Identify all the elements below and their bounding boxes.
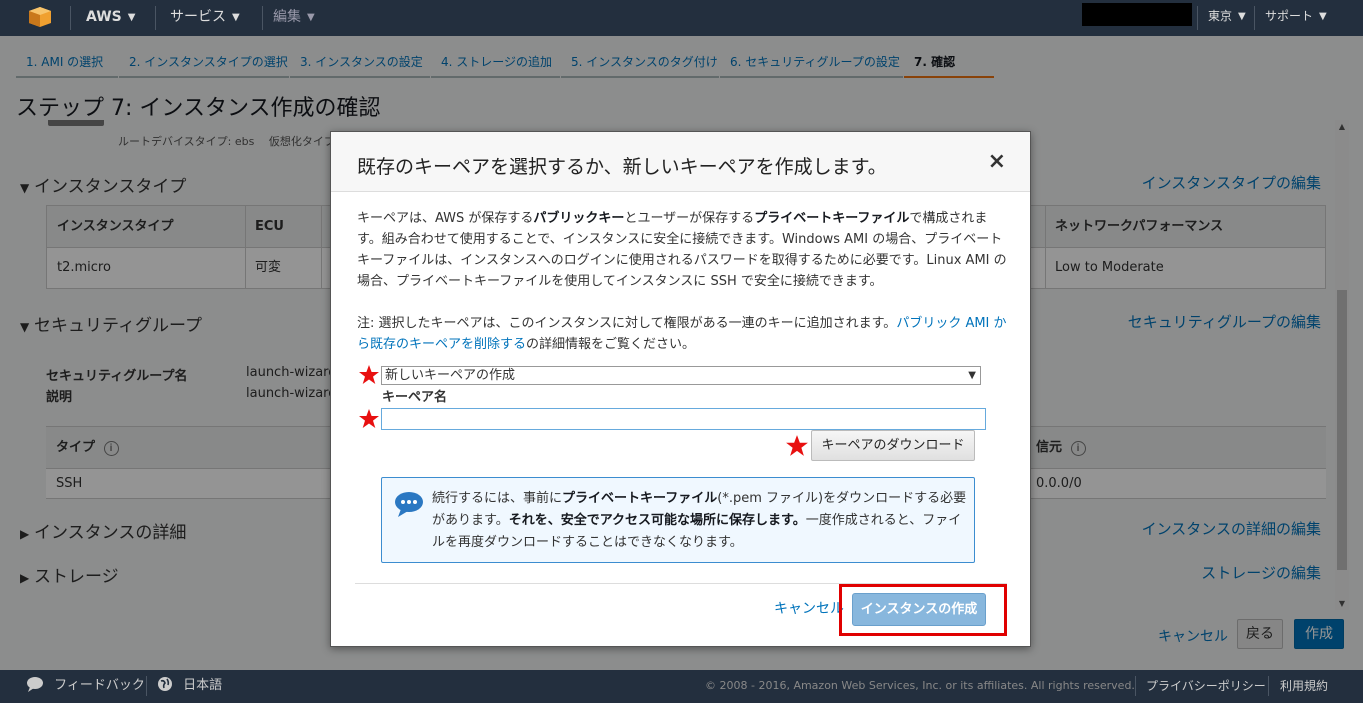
support-menu[interactable]: サポート ▼ — [1265, 0, 1327, 36]
key-pair-note: 注: 選択したキーペアは、このインスタンスに対して権限がある一連のキーに追加され… — [357, 313, 1007, 355]
nav-divider — [262, 6, 263, 30]
feedback-link[interactable]: フィードバック — [26, 670, 145, 702]
key-pair-name-label: キーペア名 — [382, 390, 448, 405]
dialog-header: 既存のキーペアを選択するか、新しいキーペアを作成します。 × — [331, 132, 1030, 192]
save-securely-emphasis: それを、安全でアクセス可能な場所に保存します。 — [508, 513, 806, 528]
copyright-text: © 2008 - 2016, Amazon Web Services, Inc.… — [705, 679, 1135, 692]
nav-divider — [1197, 6, 1198, 30]
red-star-icon — [359, 409, 379, 428]
private-key-term: プライベートキーファイル — [754, 211, 910, 226]
download-key-pair-button[interactable]: キーペアのダウンロード — [811, 430, 975, 461]
top-navigation-bar: AWS ▼ サービス ▼ 編集 ▼ 東京 ▼ サポート ▼ — [0, 0, 1363, 36]
explanation-text: とユーザーが保存する — [624, 211, 755, 226]
services-menu[interactable]: サービス ▼ — [170, 0, 240, 36]
note-text: の詳細情報をご覧ください。 — [526, 337, 696, 352]
info-text: 続行するには、事前に — [432, 491, 563, 506]
footer-divider — [1268, 676, 1269, 696]
privacy-policy-link[interactable]: プライバシーポリシー — [1146, 670, 1266, 702]
language-selector[interactable]: 日本語 — [157, 670, 222, 702]
public-key-term: パブリックキー — [533, 211, 625, 226]
red-star-icon — [359, 365, 379, 384]
footer-divider — [1135, 676, 1136, 696]
dialog-cancel-link[interactable]: キャンセル — [774, 598, 844, 618]
red-star-icon — [786, 435, 808, 456]
globe-icon — [158, 677, 172, 691]
aws-menu-label: AWS — [86, 9, 122, 25]
info-alert: 続行するには、事前にプライベートキーファイル(*.pem ファイル)をダウンロー… — [381, 477, 975, 563]
explanation-text: キーペアは、AWS が保存する — [357, 211, 534, 226]
chevron-down-icon: ▼ — [232, 12, 240, 23]
terms-link[interactable]: 利用規約 — [1280, 670, 1328, 702]
services-menu-label: サービス — [170, 9, 226, 25]
chevron-down-icon: ▼ — [1319, 11, 1327, 22]
speech-bubble-icon — [27, 677, 43, 692]
note-text: 注: 選択したキーペアは、このインスタンスに対して権限がある一連のキーに追加され… — [357, 316, 897, 331]
chevron-down-icon: ▼ — [1238, 11, 1246, 22]
nav-divider — [70, 6, 71, 30]
red-highlight-box — [839, 584, 1007, 636]
edit-menu[interactable]: 編集 ▼ — [273, 0, 315, 36]
private-key-file-term: プライベートキーファイル — [562, 491, 718, 506]
chevron-down-icon: ▼ — [127, 12, 136, 23]
region-menu[interactable]: 東京 ▼ — [1208, 0, 1246, 36]
region-menu-label: 東京 — [1208, 9, 1233, 23]
key-pair-name-input[interactable] — [381, 408, 986, 430]
feedback-label: フィードバック — [54, 678, 145, 693]
chevron-down-icon: ▼ — [307, 12, 315, 23]
speech-bubble-icon — [395, 492, 423, 517]
selected-option-label: 新しいキーペアの作成 — [385, 368, 516, 383]
close-icon[interactable]: × — [988, 149, 1006, 174]
key-pair-option-select[interactable]: 新しいキーペアの作成 ▼ — [381, 366, 981, 385]
key-pair-explanation: キーペアは、AWS が保存するパブリックキーとユーザーが保存するプライベートキー… — [357, 208, 1007, 292]
language-label: 日本語 — [183, 678, 223, 693]
aws-cube-logo-icon[interactable] — [28, 6, 52, 28]
nav-divider — [155, 6, 156, 30]
edit-menu-label: 編集 — [273, 9, 301, 25]
dropdown-arrow-icon: ▼ — [968, 370, 976, 381]
footer: フィードバック 日本語 © 2008 - 2016, Amazon Web Se… — [0, 670, 1363, 703]
key-pair-dialog: 既存のキーペアを選択するか、新しいキーペアを作成します。 × キーペアは、AWS… — [330, 131, 1031, 647]
nav-divider — [1254, 6, 1255, 30]
redacted-account-name[interactable] — [1082, 3, 1192, 26]
info-alert-text: 続行するには、事前にプライベートキーファイル(*.pem ファイル)をダウンロー… — [432, 488, 968, 554]
aws-menu[interactable]: AWS ▼ — [86, 0, 135, 36]
footer-divider — [146, 676, 147, 696]
support-menu-label: サポート — [1265, 9, 1314, 23]
dialog-title: 既存のキーペアを選択するか、新しいキーペアを作成します。 — [357, 156, 887, 178]
